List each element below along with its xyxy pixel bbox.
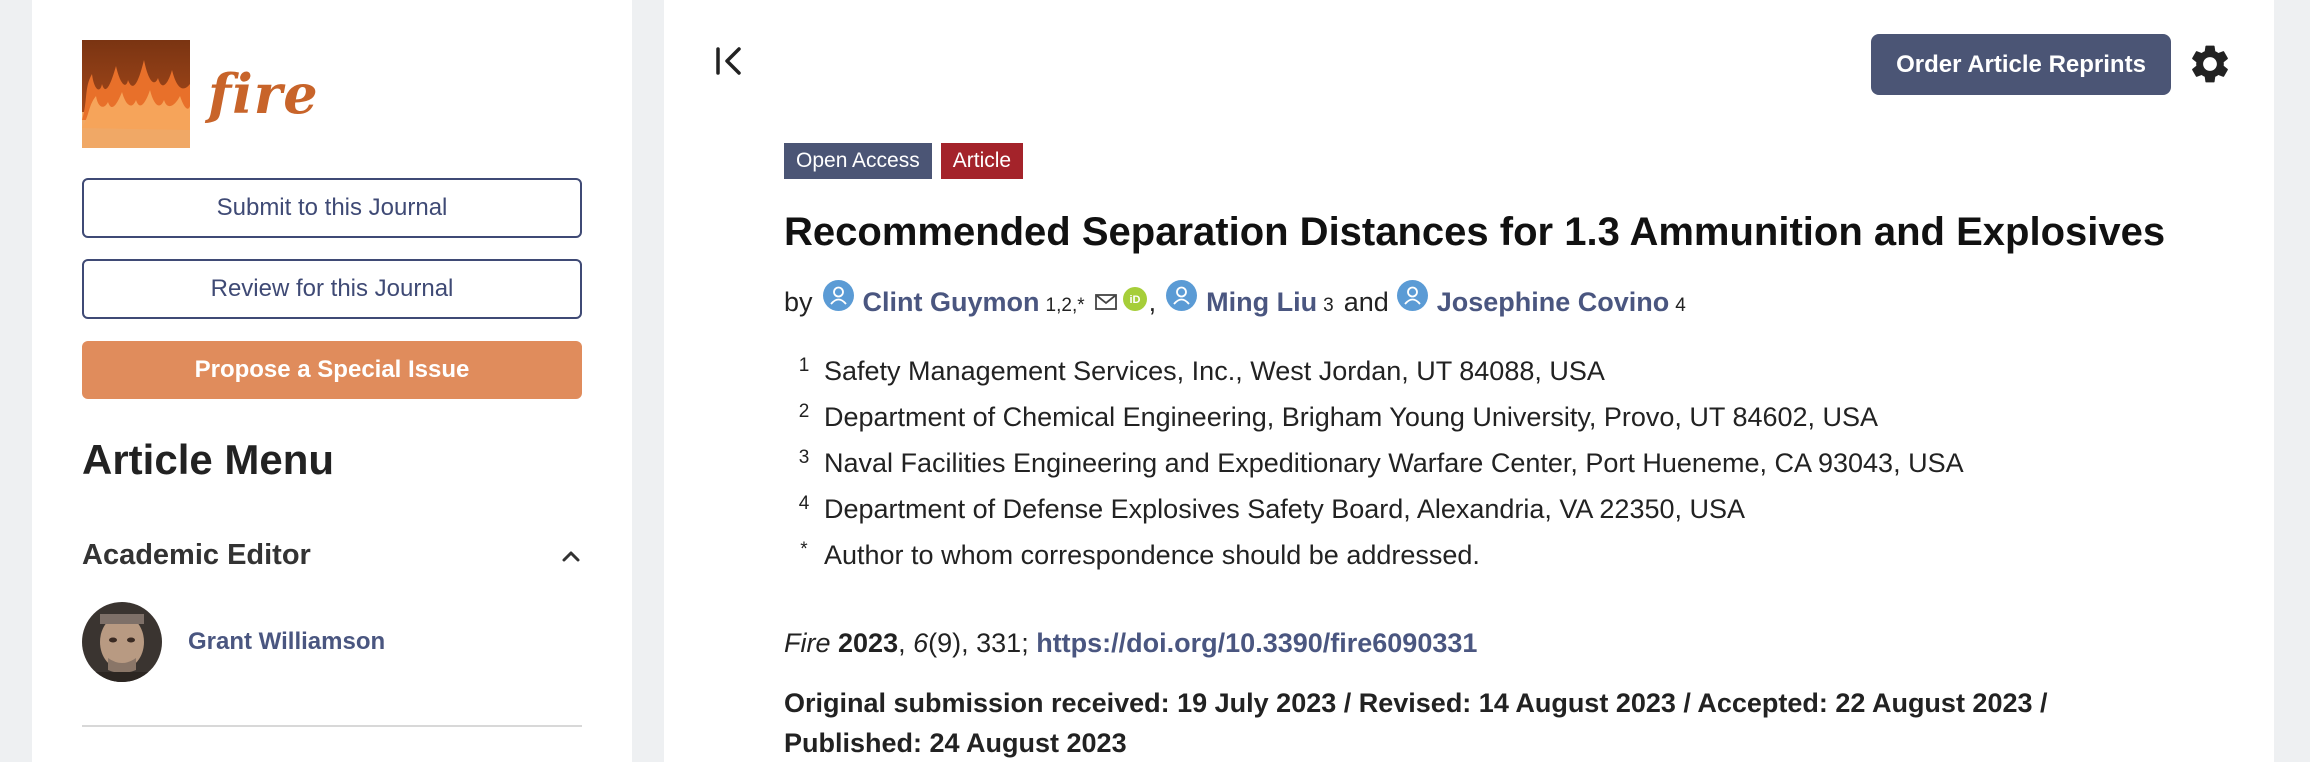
sidebar: fire Submit to this Journal Review for t… [32,0,632,762]
academic-editor: Grant Williamson [82,602,385,682]
article-type-badge: Article [940,143,1024,179]
svg-text:iD: iD [1129,294,1140,306]
affiliation-item: 4 Department of Defense Explosives Safet… [784,493,1964,540]
author-affiliation-sup: 1,2,* [1045,295,1085,316]
affiliation-item: 3 Naval Facilities Engineering and Exped… [784,447,1964,494]
affiliation-number: 1 [798,355,810,376]
citation-volume: 6 [913,628,929,658]
citation-journal: Fire [784,628,831,658]
divider [82,725,582,727]
article-title: Recommended Separation Distances for 1.3… [784,210,2166,254]
collapse-sidebar-icon[interactable] [712,44,746,78]
affiliation-number: 4 [798,493,810,514]
avatar [82,602,162,682]
journal-name: fire [208,62,319,126]
affiliation-text: Department of Chemical Engineering, Brig… [824,402,1879,432]
citation-issue-pages: (9), 331; [928,628,1037,658]
article-main: Order Article Reprints Open Access Artic… [664,0,2274,762]
order-reprints-button[interactable]: Order Article Reprints [1871,34,2171,95]
chevron-up-icon[interactable] [560,545,582,567]
person-icon [1166,280,1198,311]
affiliation-number: 3 [798,447,810,468]
affiliation-number: 2 [798,401,810,422]
affiliation-text: Safety Management Services, Inc., West J… [824,356,1605,386]
editor-name-link[interactable]: Grant Williamson [188,628,385,656]
affiliation-item: 1 Safety Management Services, Inc., West… [784,355,1964,402]
affiliation-item: * Author to whom correspondence should b… [784,539,1964,586]
author-list: by Clint Guymon 1,2,* iD , Ming Liu 3 an… [784,280,1686,318]
mail-icon[interactable] [1094,293,1117,311]
affiliation-number: * [800,539,808,560]
gear-icon[interactable] [2187,41,2233,87]
publication-dates: Original submission received: 19 July 20… [784,688,2048,758]
propose-special-issue-button[interactable]: Propose a Special Issue [82,341,582,399]
fire-logo-icon [82,40,190,148]
person-icon [822,280,854,311]
affiliation-text: Author to whom correspondence should be … [824,540,1480,570]
citation-comma: , [898,628,914,658]
review-for-journal-button[interactable]: Review for this Journal [82,259,582,319]
affiliation-list: 1 Safety Management Services, Inc., West… [784,355,1964,586]
author-link[interactable]: Ming Liu [1206,287,1317,318]
author-affiliation-sup: 3 [1323,295,1334,316]
journal-logo[interactable]: fire [82,40,319,148]
person-icon [1396,280,1428,311]
affiliation-item: 2 Department of Chemical Engineering, Br… [784,401,1964,448]
academic-editor-toggle[interactable]: Academic Editor [82,539,582,572]
citation: Fire 2023, 6(9), 331; https://doi.org/10… [784,628,1477,659]
academic-editor-label: Academic Editor [82,539,311,571]
doi-link[interactable]: https://doi.org/10.3390/fire6090331 [1036,628,1477,658]
author-link[interactable]: Josephine Covino [1437,287,1670,318]
affiliation-text: Department of Defense Explosives Safety … [824,494,1746,524]
submit-to-journal-button[interactable]: Submit to this Journal [82,178,582,238]
by-label: by [784,287,813,317]
affiliation-text: Naval Facilities Engineering and Expedit… [824,448,1964,478]
open-access-badge: Open Access [784,143,932,179]
citation-year: 2023 [838,628,899,658]
orcid-icon[interactable]: iD [1122,287,1147,311]
author-affiliation-sup: 4 [1675,295,1686,316]
article-badges: Open Access Article [784,143,1024,179]
article-menu-title: Article Menu [82,436,335,483]
and-label: and [1343,287,1389,317]
author-link[interactable]: Clint Guymon [863,287,1040,318]
author-separator: , [1148,287,1157,317]
